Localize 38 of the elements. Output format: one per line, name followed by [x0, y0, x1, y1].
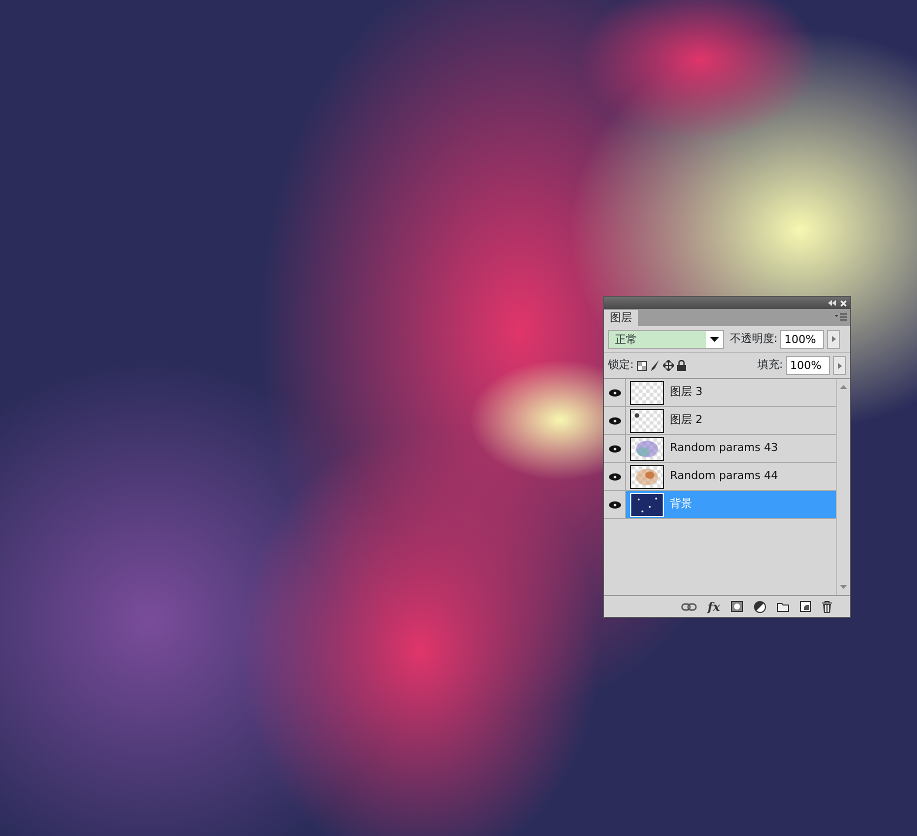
- panel-menu-icon[interactable]: [835, 313, 847, 321]
- layer-style-button[interactable]: fx: [708, 598, 720, 614]
- fill-label: 填充:: [757, 357, 783, 374]
- new-layer-icon[interactable]: [800, 601, 811, 612]
- eye-icon[interactable]: [608, 444, 620, 452]
- adjustment-icon[interactable]: [754, 600, 766, 612]
- fill-field[interactable]: 100%: [786, 356, 830, 375]
- collapse-icon[interactable]: [828, 300, 836, 306]
- lock-icon[interactable]: [676, 360, 686, 371]
- caret-icon: [832, 336, 836, 342]
- close-icon[interactable]: [840, 300, 847, 306]
- slider-arrow-button[interactable]: [827, 330, 840, 348]
- layer-thumbnail: [630, 492, 664, 516]
- eye-icon[interactable]: [608, 500, 620, 508]
- layer-thumbnail: [630, 380, 664, 404]
- layer-thumbnail: [630, 464, 664, 488]
- link-icon[interactable]: [680, 602, 697, 610]
- lock-transparency-icon[interactable]: [636, 360, 647, 370]
- caret-icon: [838, 362, 842, 368]
- mask-icon[interactable]: [731, 601, 743, 612]
- move-icon[interactable]: [662, 360, 674, 371]
- layer-thumbnail: [630, 436, 664, 460]
- blend-mode-dropdown[interactable]: 正常: [608, 330, 724, 348]
- opacity-label: 不透明度:: [730, 330, 778, 347]
- eye-icon[interactable]: [608, 472, 620, 480]
- caret-icon: [710, 336, 719, 342]
- trash-icon[interactable]: [822, 600, 832, 612]
- layer-row[interactable]: 图层 2: [604, 407, 836, 435]
- opacity-field[interactable]: 100%: [780, 330, 824, 348]
- lock-label: 锁定:: [608, 357, 634, 374]
- eye-icon[interactable]: [608, 388, 620, 396]
- slider-arrow-button[interactable]: [833, 356, 846, 375]
- layer-row[interactable]: 图层 3: [604, 379, 836, 407]
- panel-tab[interactable]: 图层: [604, 310, 638, 326]
- layer-row[interactable]: Random params 43: [604, 435, 836, 463]
- folder-icon[interactable]: [777, 602, 789, 612]
- eye-icon[interactable]: [608, 416, 620, 424]
- layer-thumbnail: [630, 408, 664, 432]
